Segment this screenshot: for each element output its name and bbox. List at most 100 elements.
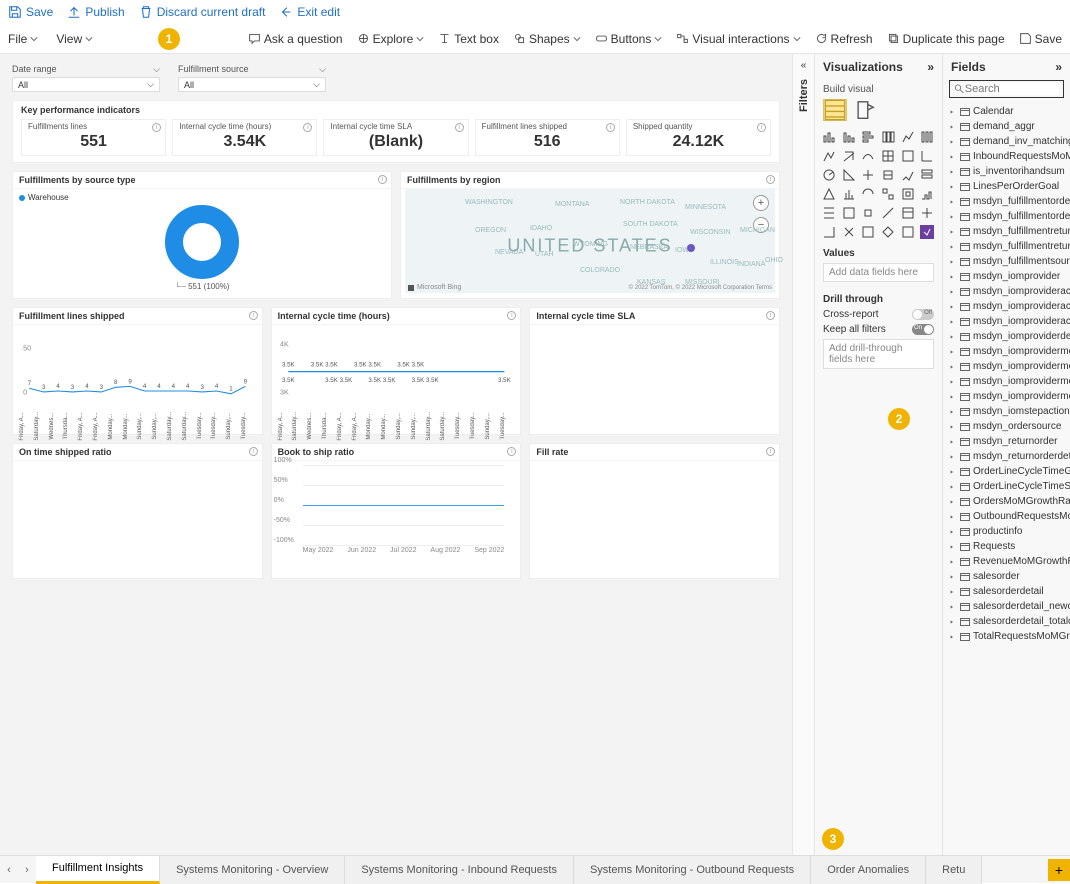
viz-type-22[interactable] — [900, 186, 916, 202]
viz-type-12[interactable] — [821, 167, 837, 183]
viz-type-7[interactable] — [841, 148, 857, 164]
field-table[interactable]: LinesPerOrderGoal — [943, 179, 1070, 194]
field-table[interactable]: msdyn_fulfillmentretur... — [943, 224, 1070, 239]
tile-fulfillment_lines_shipped_daily[interactable]: Fulfillment lines shippedi50073434389444… — [12, 307, 263, 435]
chevron-down-icon[interactable]: ⌵ — [147, 79, 154, 90]
field-table[interactable]: demand_inv_matching — [943, 134, 1070, 149]
field-table[interactable]: productinfo — [943, 524, 1070, 539]
tile-internal_cycle_time_hours[interactable]: Internal cycle time (hours)i4K3K3.5K3.5K… — [271, 307, 522, 435]
viz-type-26[interactable] — [860, 205, 876, 221]
field-table[interactable]: salesorderdetail_totalor... — [943, 614, 1070, 629]
viz-type-33[interactable] — [880, 224, 896, 240]
viz-type-25[interactable] — [841, 205, 857, 221]
shapes-button[interactable]: Shapes — [513, 32, 581, 46]
field-table[interactable]: msdyn_ordersource — [943, 419, 1070, 434]
field-table[interactable]: msdyn_returnorder — [943, 434, 1070, 449]
expand-icon[interactable]: » — [927, 60, 934, 74]
field-table[interactable]: msdyn_iomproviderdefi... — [943, 329, 1070, 344]
viz-type-10[interactable] — [900, 148, 916, 164]
field-table[interactable]: OrderLineCycleTimeGoal — [943, 464, 1070, 479]
page-tab[interactable]: Order Anomalies — [811, 856, 926, 884]
field-table[interactable]: OrdersMoMGrowthRat... — [943, 494, 1070, 509]
values-field-well[interactable]: Add data fields here — [823, 263, 934, 282]
viz-type-1[interactable] — [841, 129, 857, 145]
viz-type-8[interactable] — [860, 148, 876, 164]
viz-type-0[interactable] — [821, 129, 837, 145]
viz-type-19[interactable] — [841, 186, 857, 202]
viz-type-27[interactable] — [880, 205, 896, 221]
field-table[interactable]: RevenueMoMGrowthR... — [943, 554, 1070, 569]
page-tab[interactable]: Systems Monitoring - Overview — [160, 856, 345, 884]
field-table[interactable]: salesorderdetail — [943, 584, 1070, 599]
viz-type-21[interactable] — [880, 186, 896, 202]
drillthrough-field-well[interactable]: Add drill-through fields here — [823, 339, 934, 369]
viz-type-29[interactable] — [919, 205, 935, 221]
viz-type-23[interactable] — [919, 186, 935, 202]
field-table[interactable]: msdyn_iomprovider — [943, 269, 1070, 284]
tile-fulfillments-by-source[interactable]: Fulfillments by source typei Warehouse └… — [12, 171, 392, 299]
field-table[interactable]: InboundRequestsMoM... — [943, 149, 1070, 164]
field-table[interactable]: msdyn_iomproviderme... — [943, 374, 1070, 389]
slicer-date-range[interactable]: Date range⌵ All⌵ — [12, 64, 160, 92]
tile-fill_rate[interactable]: Fill ratei — [529, 443, 780, 579]
publish-button[interactable]: Publish — [67, 5, 124, 19]
kpi-card[interactable]: Internal cycle time SLA(Blank)i — [323, 119, 468, 156]
fields-search-input[interactable] — [965, 83, 1059, 95]
field-table[interactable]: salesorder — [943, 569, 1070, 584]
viz-type-35[interactable] — [919, 224, 935, 240]
keep-filters-toggle[interactable]: On — [912, 324, 934, 335]
visual-interactions-button[interactable]: Visual interactions — [676, 32, 800, 46]
tile-on_time_shipped_ratio[interactable]: On time shipped ratioi — [12, 443, 263, 579]
ask-question-button[interactable]: Ask a question — [248, 32, 343, 46]
viz-type-18[interactable] — [821, 186, 837, 202]
tile-book_to_ship_ratio[interactable]: Book to ship ratioi-100%-50%0%50%100%May… — [271, 443, 522, 579]
field-table[interactable]: msdyn_iomproviderme... — [943, 389, 1070, 404]
save-button[interactable]: Save — [8, 5, 53, 19]
viz-type-5[interactable] — [919, 129, 935, 145]
field-table[interactable]: is_inventorihandsum — [943, 164, 1070, 179]
field-table[interactable]: msdyn_returnorderdetail — [943, 449, 1070, 464]
field-table[interactable]: msdyn_fulfillmentsource — [943, 254, 1070, 269]
viz-type-14[interactable] — [860, 167, 876, 183]
page-tab[interactable]: Fulfillment Insights — [36, 856, 160, 884]
viz-type-30[interactable] — [821, 224, 837, 240]
viz-type-9[interactable] — [880, 148, 896, 164]
field-table[interactable]: msdyn_fulfillmentorder — [943, 194, 1070, 209]
expand-filters-icon[interactable]: « — [801, 60, 807, 71]
slicer-fulfillment-source[interactable]: Fulfillment source⌵ All⌵ — [178, 64, 326, 92]
add-page-button[interactable]: + — [1048, 859, 1070, 881]
page-tab[interactable]: Systems Monitoring - Inbound Requests — [345, 856, 574, 884]
viz-type-13[interactable] — [841, 167, 857, 183]
save-page-button[interactable]: Save — [1019, 32, 1062, 46]
viz-type-31[interactable] — [841, 224, 857, 240]
viz-type-20[interactable] — [860, 186, 876, 202]
explore-button[interactable]: Explore — [357, 32, 425, 46]
viz-type-34[interactable] — [900, 224, 916, 240]
format-visual-tab[interactable] — [853, 99, 877, 121]
file-menu[interactable]: File — [8, 32, 38, 46]
viz-type-6[interactable] — [821, 148, 837, 164]
viz-type-15[interactable] — [880, 167, 896, 183]
cross-report-toggle[interactable]: Off — [912, 309, 934, 320]
expand-icon[interactable]: » — [1055, 60, 1062, 74]
tile-fulfillments-by-region[interactable]: Fulfillments by regioni + − UNITED STATE… — [400, 171, 780, 299]
viz-type-17[interactable] — [919, 167, 935, 183]
viz-type-4[interactable] — [900, 129, 916, 145]
field-table[interactable]: msdyn_fulfillmentretur... — [943, 239, 1070, 254]
kpi-card[interactable]: Fulfillment lines shipped516i — [475, 119, 620, 156]
field-table[interactable]: Requests — [943, 539, 1070, 554]
viz-type-24[interactable] — [821, 205, 837, 221]
field-table[interactable]: msdyn_iomprovideracti... — [943, 299, 1070, 314]
discard-button[interactable]: Discard current draft — [139, 5, 266, 19]
viz-type-11[interactable] — [919, 148, 935, 164]
buttons-button[interactable]: Buttons — [595, 32, 663, 46]
kpi-card[interactable]: Internal cycle time (hours)3.54Ki — [172, 119, 317, 156]
field-table[interactable]: OutboundRequestsMo... — [943, 509, 1070, 524]
field-table[interactable]: msdyn_fulfillmentorder... — [943, 209, 1070, 224]
field-table[interactable]: msdyn_iomproviderme... — [943, 344, 1070, 359]
viz-type-2[interactable] — [860, 129, 876, 145]
field-table[interactable]: Calendar — [943, 104, 1070, 119]
duplicate-page-button[interactable]: Duplicate this page — [887, 32, 1005, 46]
viz-type-16[interactable] — [900, 167, 916, 183]
filters-pane-collapsed[interactable]: « Filters — [792, 54, 814, 855]
